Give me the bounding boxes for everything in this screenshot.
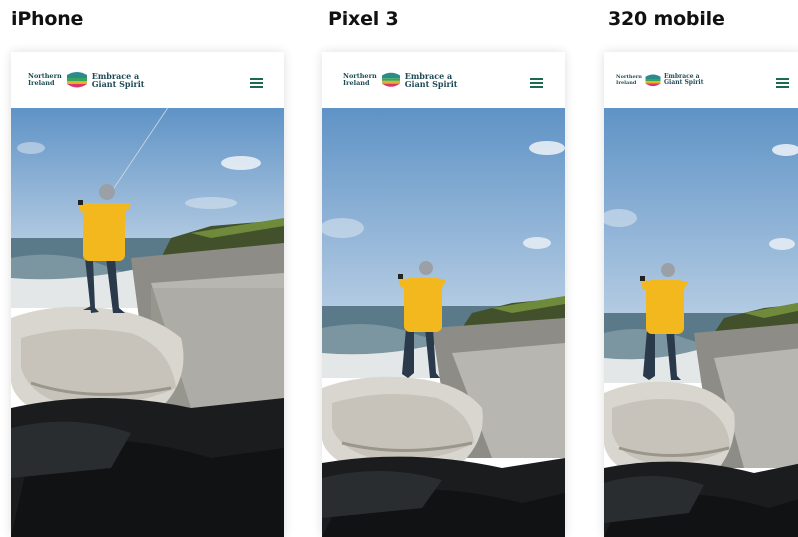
device-label-pixel3: Pixel 3: [328, 8, 399, 30]
device-label-320-mobile: 320 mobile: [608, 8, 725, 30]
site-header: Northern Ireland Embrace a Giant Spirit: [11, 52, 284, 108]
phone-mockup-pixel3: Northern Ireland Embrace a Giant Spirit: [322, 52, 565, 537]
hero-image: [604, 108, 798, 537]
logo-text-brand: Embrace a Giant Spirit: [404, 71, 458, 89]
stripes-mark-icon: [645, 74, 661, 86]
logo-text-ni: Northern Ireland: [616, 74, 642, 86]
device-label-iphone: iPhone: [11, 8, 84, 30]
site-header: Northern Ireland Embrace a Giant Spirit: [604, 52, 798, 108]
hamburger-menu-icon[interactable]: [530, 78, 543, 88]
stripes-mark-icon: [66, 72, 87, 88]
logo-text-brand: Embrace a Giant Spirit: [663, 73, 704, 86]
logo-text-ni: Northern Ireland: [28, 72, 62, 87]
site-logo[interactable]: Northern Ireland Embrace a Giant Spirit: [28, 70, 144, 90]
site-header: Northern Ireland Embrace a Giant Spirit: [322, 52, 565, 108]
phone-mockup-320-mobile: Northern Ireland Embrace a Giant Spirit: [604, 52, 798, 537]
hero-image: [11, 108, 284, 537]
phone-mockup-iphone: Northern Ireland Embrace a Giant Spirit: [11, 52, 284, 537]
logo-text-ni: Northern Ireland: [343, 72, 377, 87]
site-logo[interactable]: Northern Ireland Embrace a Giant Spirit: [616, 73, 703, 88]
hamburger-menu-icon[interactable]: [250, 78, 263, 88]
logo-text-brand: Embrace a Giant Spirit: [91, 71, 145, 89]
hero-image: [322, 108, 565, 537]
site-logo[interactable]: Northern Ireland Embrace a Giant Spirit: [343, 71, 457, 89]
stripes-mark-icon: [381, 72, 400, 87]
hamburger-menu-icon[interactable]: [776, 78, 789, 88]
